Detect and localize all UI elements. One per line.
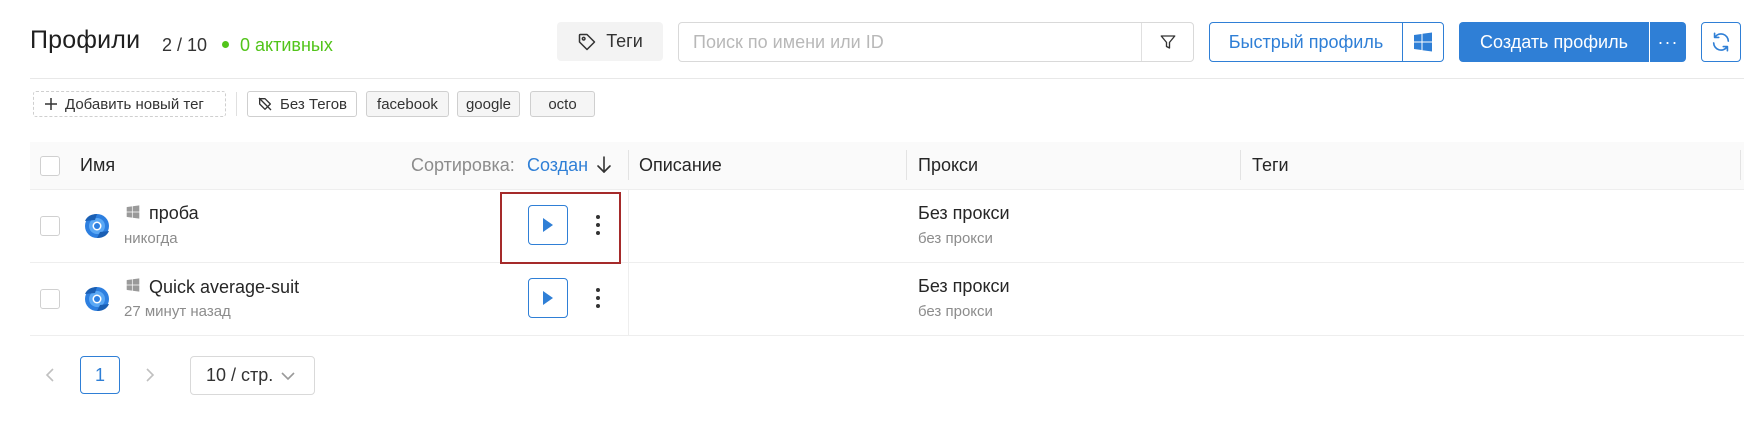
start-profile-button[interactable] — [528, 278, 568, 318]
header-divider — [30, 78, 1744, 79]
column-header-proxy: Прокси — [918, 155, 979, 175]
profile-name[interactable]: Quick average-suit — [149, 277, 299, 298]
next-page-button[interactable] — [138, 360, 162, 390]
windows-os-icon — [126, 278, 140, 292]
column-header-description: Описание — [639, 155, 722, 175]
tags-button-label: Теги — [606, 31, 643, 51]
column-divider — [1740, 150, 1741, 180]
fixed-column-divider — [628, 190, 629, 336]
sort-field[interactable]: Создан — [527, 155, 588, 176]
column-divider — [628, 150, 629, 180]
browser-icon — [85, 287, 109, 311]
active-status-dot — [222, 41, 229, 48]
sort-label: Сортировка: — [411, 155, 515, 175]
page-title: Профили — [30, 26, 141, 54]
profile-count: 2 / 10 — [162, 35, 208, 55]
tag-off-icon — [258, 97, 272, 111]
select-all-checkbox[interactable] — [40, 156, 60, 176]
search-input[interactable] — [693, 31, 1113, 53]
row-checkbox[interactable] — [40, 216, 60, 236]
create-profile-button[interactable]: Создать профиль — [1459, 22, 1649, 62]
row-checkbox[interactable] — [40, 289, 60, 309]
tags-button[interactable]: Теги — [557, 22, 663, 61]
play-icon — [543, 291, 553, 305]
tag-no-tags-label: Без Тегов — [279, 95, 348, 113]
active-count: 0 активных — [240, 35, 333, 55]
page-1-button[interactable]: 1 — [80, 356, 120, 394]
profile-last-run: никогда — [124, 230, 178, 247]
add-tag-button[interactable]: Добавить новый тег — [33, 91, 226, 117]
windows-os-icon — [126, 205, 140, 219]
chevron-right-icon — [146, 368, 155, 382]
row-menu-button[interactable] — [588, 283, 608, 313]
refresh-icon — [1712, 32, 1730, 52]
proxy-name: Без прокси — [918, 203, 1010, 223]
search-box — [678, 22, 1194, 62]
profile-name[interactable]: проба — [149, 203, 199, 224]
proxy-name: Без прокси — [918, 276, 1010, 296]
profile-last-run: 27 минут назад — [124, 303, 231, 320]
create-profile-more-button[interactable]: ··· — [1650, 22, 1686, 62]
chevron-left-icon — [45, 368, 54, 382]
plus-icon — [45, 98, 57, 110]
tag-google[interactable]: google — [457, 91, 520, 117]
proxy-detail: без прокси — [918, 230, 993, 247]
row-divider — [30, 335, 1744, 336]
tag-facebook[interactable]: facebook — [366, 91, 449, 117]
column-divider — [1240, 150, 1241, 180]
highlight-box — [500, 192, 621, 264]
tag-divider — [236, 92, 237, 116]
browser-icon — [85, 214, 109, 238]
chevron-down-icon — [281, 371, 295, 380]
proxy-detail: без прокси — [918, 303, 993, 320]
filter-icon — [1160, 35, 1175, 49]
column-header-name[interactable]: Имя — [80, 155, 115, 176]
quick-profile-windows-button[interactable] — [1402, 22, 1444, 62]
quick-profile-button[interactable]: Быстрый профиль — [1209, 22, 1403, 62]
page-size-select[interactable]: 10 / стр. — [190, 356, 315, 395]
add-tag-label: Добавить новый тег — [65, 95, 204, 113]
table-header — [30, 142, 1744, 190]
sort-arrow-down-icon[interactable] — [596, 155, 612, 175]
filter-button[interactable] — [1141, 23, 1193, 61]
windows-icon — [1414, 32, 1432, 52]
tag-octo[interactable]: octo — [530, 91, 595, 117]
refresh-button[interactable] — [1701, 22, 1741, 62]
page-size-value: 10 / стр. — [206, 365, 274, 385]
tag-icon — [578, 33, 596, 50]
previous-page-button[interactable] — [38, 360, 62, 390]
tag-no-tags[interactable]: Без Тегов — [247, 91, 357, 117]
column-divider — [906, 150, 907, 180]
column-header-tags: Теги — [1252, 155, 1289, 175]
row-divider — [30, 262, 1744, 263]
